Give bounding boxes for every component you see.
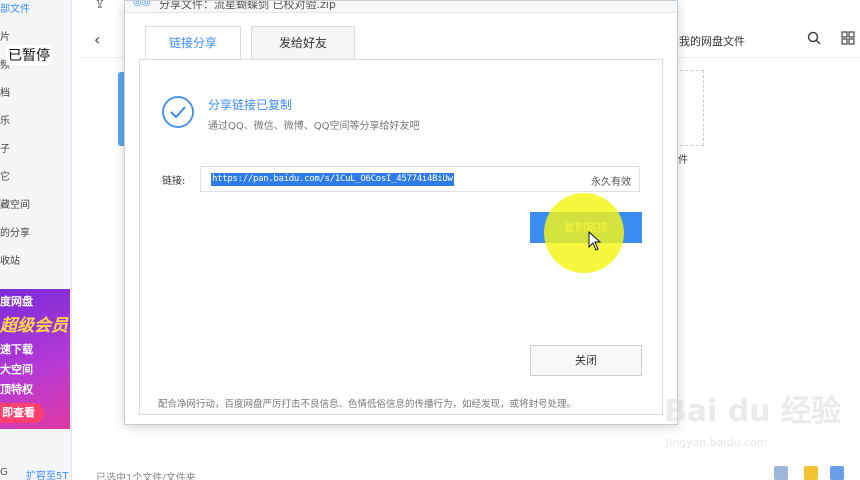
- paused-label: 已暂停: [6, 45, 52, 65]
- sidebar-item-documents[interactable]: 档: [0, 84, 10, 99]
- search-placeholder[interactable]: 搜我的网盘文件: [668, 33, 745, 49]
- grid-view-icon[interactable]: [840, 30, 856, 46]
- share-link-url[interactable]: https://pan.baidu.com/s/1CuL_O6CosI_4577…: [211, 173, 454, 186]
- success-subtitle: 通过QQ、微信、微博、QQ空间等分享给好友吧: [208, 121, 420, 132]
- promo-line: 大空间: [0, 363, 33, 376]
- sidebar-item-recycle-bin[interactable]: 收站: [0, 252, 20, 267]
- promo-view-button[interactable]: 即查看: [0, 403, 44, 423]
- sidebar-item-torrents[interactable]: 子: [0, 140, 10, 155]
- baidu-cloud-logo-icon: ◎◎: [133, 1, 151, 8]
- grid-icon[interactable]: [774, 466, 788, 480]
- success-title: 分享链接已复制: [208, 98, 293, 112]
- watermark-url: jingyan.baidu.com: [666, 436, 768, 449]
- close-button[interactable]: 关闭: [530, 345, 642, 376]
- tab-send-to-friend[interactable]: 发给好友: [251, 26, 355, 60]
- baidu-jingyan-watermark: Bai du 经验 jingyan.baidu.com: [664, 386, 854, 458]
- watermark-text: Bai du 经验: [664, 394, 842, 429]
- sidebar-item-music[interactable]: 乐: [0, 112, 10, 127]
- policy-notice: 配合净网行动，百度网盘严厉打击不良信息、色情低俗信息的传播行为，如经发现，或将封…: [158, 399, 577, 410]
- upload-icon[interactable]: ⇪: [94, 0, 106, 12]
- new-folder-placeholder[interactable]: [680, 70, 704, 146]
- check-circle-icon: [162, 96, 194, 128]
- search-icon[interactable]: [806, 30, 822, 46]
- sidebar-item-images[interactable]: 片: [0, 28, 10, 43]
- sidebar-item-hidden-space[interactable]: 藏空间: [0, 196, 30, 211]
- chevron-left-icon[interactable]: ‹: [94, 30, 100, 49]
- promo-banner[interactable]: 度网盘 超级会员 速下载 大空间 顶特权 即查看: [0, 289, 70, 429]
- sidebar-item-my-shares[interactable]: 的分享: [0, 224, 30, 239]
- dialog-header: ◎◎ 分享文件：流星蝴蝶剑 已校对验.zip: [125, 1, 677, 13]
- link-label: 链接:: [162, 176, 186, 187]
- expand-storage-link[interactable]: 扩容至5T: [26, 467, 68, 480]
- lock-icon[interactable]: [830, 466, 844, 480]
- upload-arrow-icon[interactable]: [804, 466, 818, 480]
- link-expiry: 永久有效: [591, 177, 631, 188]
- link-field[interactable]: https://pan.baidu.com/s/1CuL_O6CosI_4577…: [200, 166, 640, 192]
- dialog-title: 分享文件：流星蝴蝶剑 已校对验.zip: [159, 1, 336, 11]
- mouse-cursor-icon: [588, 231, 602, 251]
- promo-headline: 超级会员: [0, 316, 68, 336]
- sidebar: 部文件 片 频 档 乐 子 它 藏空间 的分享 收站 度网盘 超级会员 速下载 …: [0, 0, 72, 480]
- click-highlight: [544, 193, 624, 273]
- file-label: 件: [678, 155, 688, 166]
- tab-link-share[interactable]: 链接分享: [145, 26, 241, 60]
- storage-label: G: [0, 467, 8, 478]
- promo-line: 速下载: [0, 343, 33, 356]
- sidebar-item-other[interactable]: 它: [0, 168, 10, 183]
- promo-line: 度网盘: [0, 295, 33, 308]
- status-icons: [774, 466, 854, 480]
- promo-line: 顶特权: [0, 383, 33, 396]
- selection-status: 已选中1个文件/文件夹: [96, 473, 196, 480]
- sidebar-item-all-files[interactable]: 部文件: [0, 0, 30, 15]
